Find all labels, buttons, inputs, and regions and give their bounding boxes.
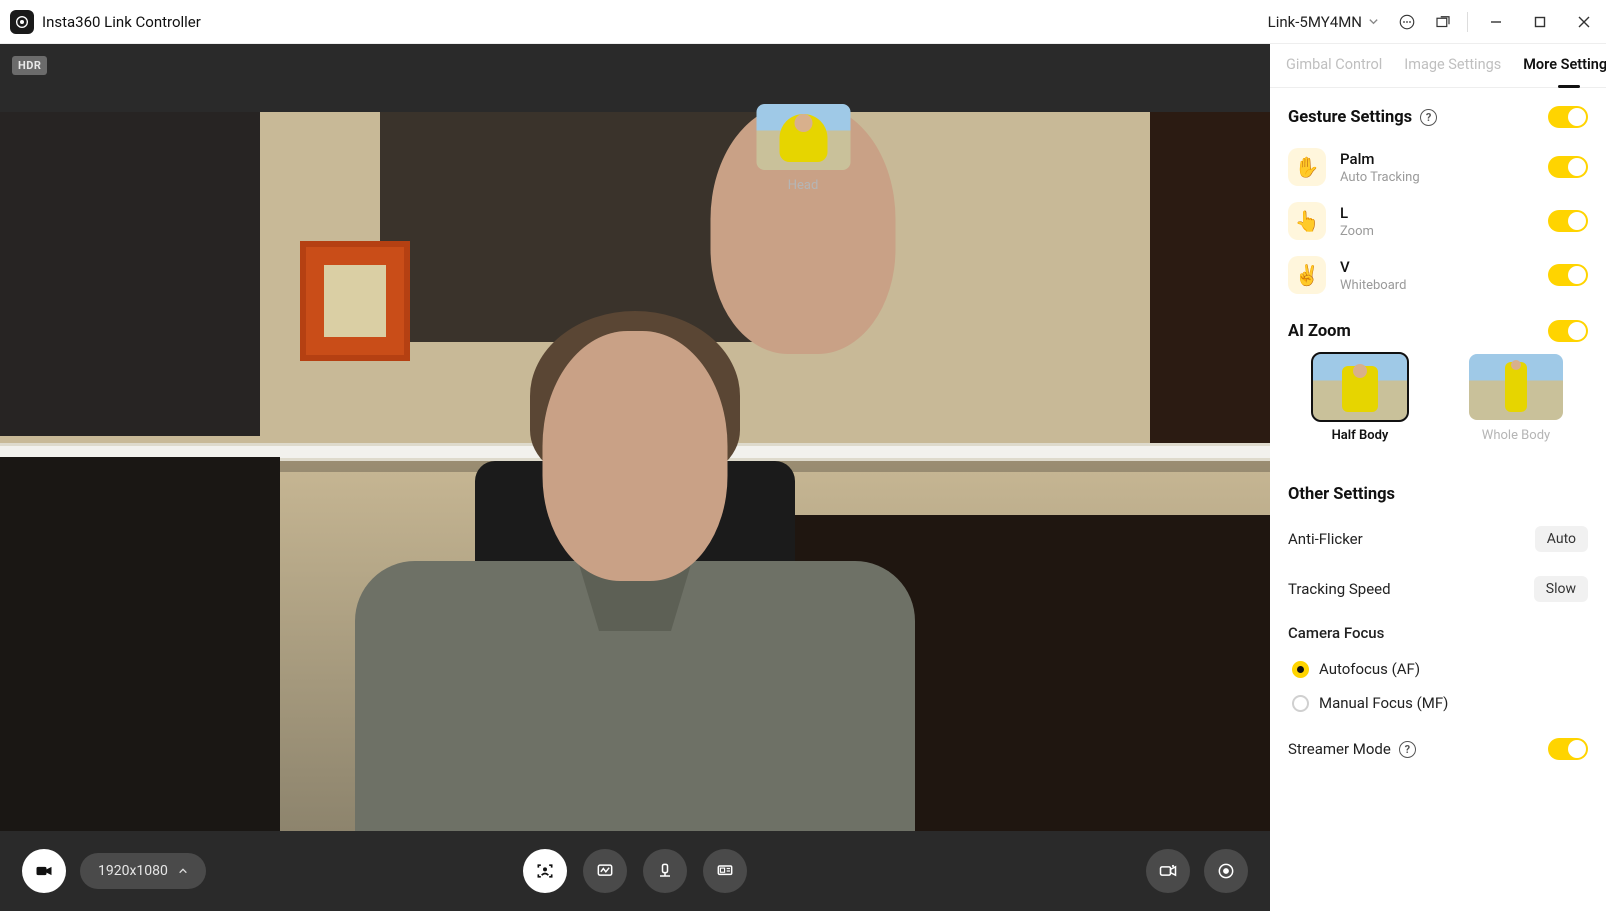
chevron-up-icon	[178, 866, 188, 876]
anti-flicker-label: Anti-Flicker	[1288, 530, 1363, 548]
gesture-name: V	[1340, 258, 1534, 276]
radio-on-icon	[1292, 661, 1309, 678]
app-title: Insta360 Link Controller	[42, 13, 201, 31]
ai-zoom-title: AI Zoom	[1288, 322, 1351, 341]
gesture-settings-toggle[interactable]	[1548, 106, 1588, 128]
gesture-name: L	[1340, 204, 1534, 222]
tracking-speed-row: Tracking Speed Slow	[1288, 564, 1588, 614]
info-icon[interactable]: ?	[1399, 741, 1416, 758]
whiteboard-icon	[595, 861, 615, 881]
deskview-icon	[715, 861, 735, 881]
minimize-icon	[1490, 16, 1502, 28]
settings-sidebar: Gimbal Control Image Settings More Setti…	[1270, 44, 1606, 911]
anti-flicker-row: Anti-Flicker Auto	[1288, 514, 1588, 564]
aizoom-thumb-half	[1313, 354, 1407, 420]
separator	[1467, 12, 1468, 32]
overhead-icon	[655, 861, 675, 881]
aizoom-option-half-body[interactable]: Half Body	[1288, 354, 1432, 443]
aizoom-option-whole-body[interactable]: Whole Body	[1444, 354, 1588, 443]
aizoom-label: Whole Body	[1482, 428, 1550, 443]
app-icon	[10, 10, 34, 34]
aizoom-label: Half Body	[1332, 428, 1389, 443]
popout-icon	[1434, 13, 1452, 31]
tracking-mode-button[interactable]	[523, 849, 567, 893]
record-button[interactable]	[1204, 849, 1248, 893]
other-settings-title: Other Settings	[1288, 485, 1588, 504]
ai-zoom-toggle[interactable]	[1548, 320, 1588, 342]
camera-toggle-button[interactable]	[22, 849, 66, 893]
tracking-speed-value[interactable]: Slow	[1534, 576, 1588, 602]
deskview-mode-button[interactable]	[703, 849, 747, 893]
gesture-v-toggle[interactable]	[1548, 264, 1588, 286]
autofocus-option[interactable]: Autofocus (AF)	[1288, 652, 1588, 686]
snapshot-button[interactable]	[1146, 849, 1190, 893]
record-icon	[1216, 861, 1236, 881]
device-name: Link-5MY4MN	[1268, 13, 1362, 31]
gesture-settings-title: Gesture Settings ?	[1288, 108, 1437, 127]
resolution-value: 1920x1080	[98, 863, 168, 879]
radio-off-icon	[1292, 695, 1309, 712]
manual-focus-label: Manual Focus (MF)	[1319, 694, 1448, 712]
anti-flicker-value[interactable]: Auto	[1535, 526, 1588, 552]
aizoom-thumb-whole	[1469, 354, 1563, 420]
tracking-speed-label: Tracking Speed	[1288, 580, 1391, 598]
gesture-name: Palm	[1340, 150, 1534, 168]
more-horizontal-icon	[1398, 13, 1416, 31]
settings-panel: Gesture Settings ? ✋ Palm Auto Tracking …	[1270, 88, 1606, 812]
device-dropdown[interactable]: Link-5MY4MN	[1258, 7, 1389, 37]
camera-feed	[0, 112, 1270, 831]
l-icon: 👆	[1288, 202, 1326, 240]
minimize-button[interactable]	[1474, 0, 1518, 44]
streamer-mode-toggle[interactable]	[1548, 738, 1588, 760]
gesture-desc: Zoom	[1340, 224, 1534, 239]
video-bottom-bar: 1920x1080	[0, 831, 1270, 911]
gesture-desc: Whiteboard	[1340, 278, 1534, 293]
chevron-down-icon	[1368, 16, 1379, 27]
streamer-mode-label: Streamer Mode ?	[1288, 740, 1416, 758]
v-icon: ✌️	[1288, 256, 1326, 294]
content: HDR	[0, 44, 1606, 911]
titlebar: Insta360 Link Controller Link-5MY4MN	[0, 0, 1606, 44]
settings-tabs: Gimbal Control Image Settings More Setti…	[1270, 44, 1606, 88]
more-menu-button[interactable]	[1389, 4, 1425, 40]
camera-focus-title: Camera Focus	[1288, 624, 1588, 642]
snapshot-icon	[1158, 861, 1178, 881]
gesture-l-toggle[interactable]	[1548, 210, 1588, 232]
maximize-button[interactable]	[1518, 0, 1562, 44]
info-icon[interactable]: ?	[1420, 109, 1437, 126]
gesture-l: 👆 L Zoom	[1288, 194, 1588, 248]
close-button[interactable]	[1562, 0, 1606, 44]
video-pane: HDR	[0, 44, 1270, 911]
tab-gimbal-control[interactable]: Gimbal Control	[1286, 56, 1382, 87]
gesture-v: ✌️ V Whiteboard	[1288, 248, 1588, 302]
popout-button[interactable]	[1425, 4, 1461, 40]
tab-image-settings[interactable]: Image Settings	[1404, 56, 1501, 87]
tab-more-settings[interactable]: More Settings	[1523, 56, 1606, 87]
gesture-palm: ✋ Palm Auto Tracking	[1288, 140, 1588, 194]
maximize-icon	[1534, 16, 1546, 28]
video-camera-icon	[34, 861, 54, 881]
resolution-dropdown[interactable]: 1920x1080	[80, 853, 206, 889]
close-icon	[1578, 16, 1590, 28]
overhead-mode-button[interactable]	[643, 849, 687, 893]
gesture-desc: Auto Tracking	[1340, 170, 1534, 185]
tracking-frame-icon	[535, 861, 555, 881]
whiteboard-mode-button[interactable]	[583, 849, 627, 893]
manual-focus-option[interactable]: Manual Focus (MF)	[1288, 686, 1588, 720]
autofocus-label: Autofocus (AF)	[1319, 660, 1420, 678]
hdr-badge: HDR	[12, 56, 47, 75]
gesture-palm-toggle[interactable]	[1548, 156, 1588, 178]
palm-icon: ✋	[1288, 148, 1326, 186]
